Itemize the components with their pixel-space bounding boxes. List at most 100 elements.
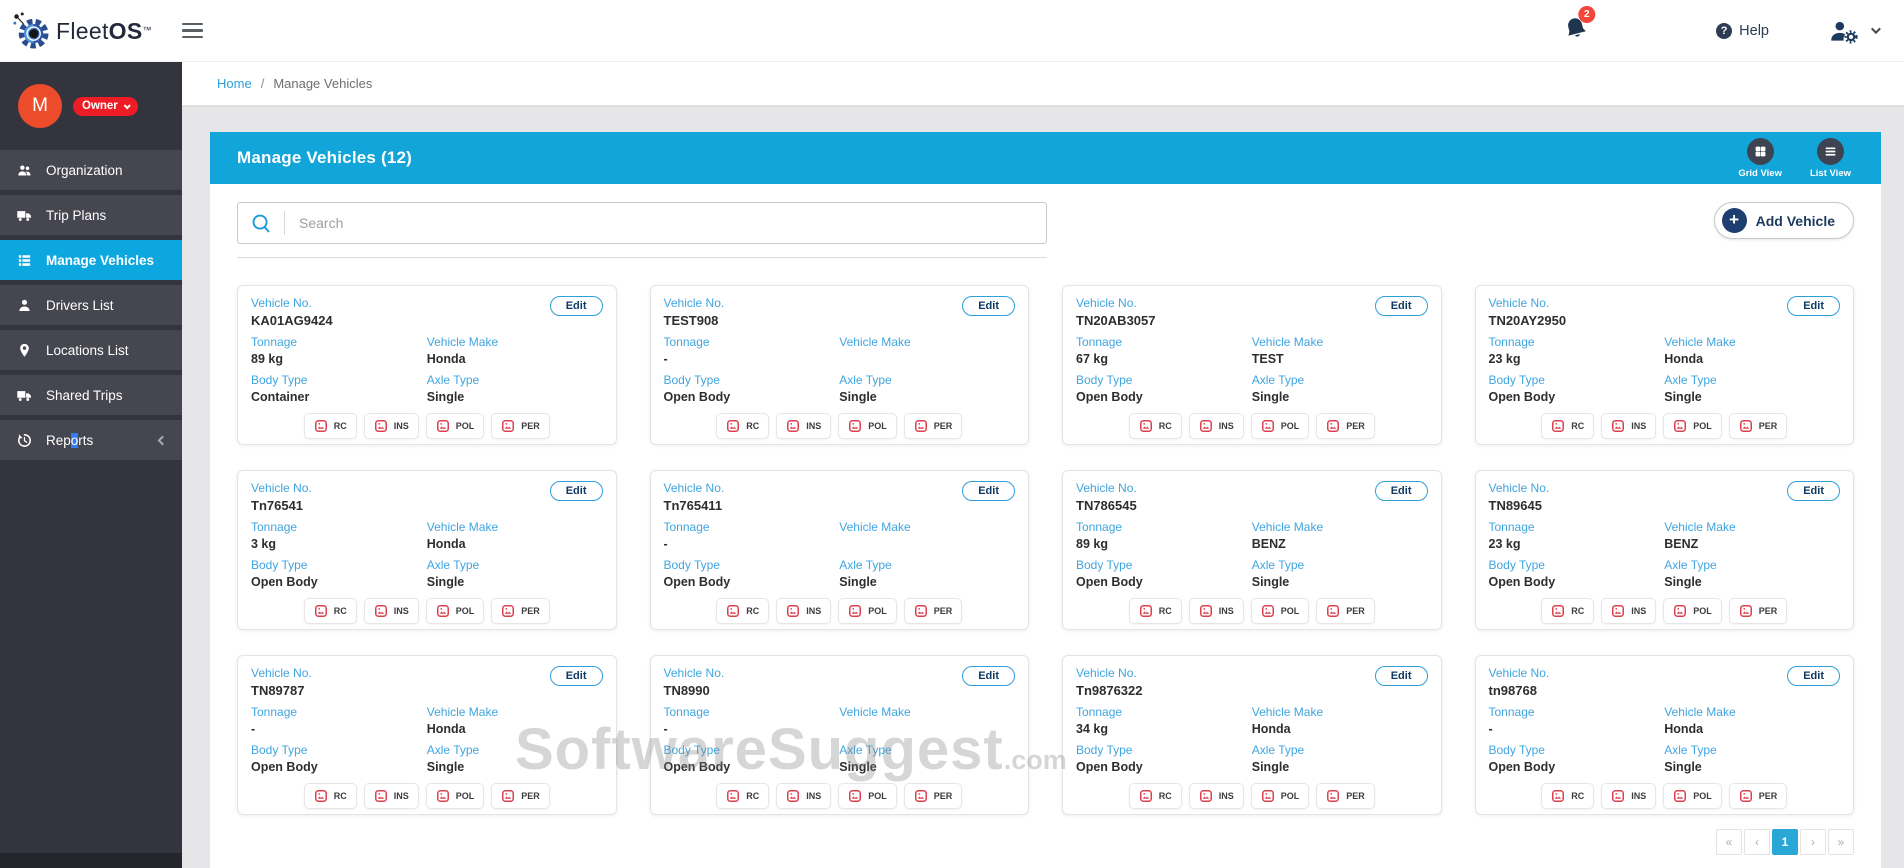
- edit-button[interactable]: Edit: [1374, 666, 1428, 686]
- doc-badge-rc[interactable]: RC: [1541, 783, 1595, 809]
- doc-badge-ins[interactable]: INS: [1601, 783, 1657, 809]
- doc-badge-pol[interactable]: POL: [425, 783, 485, 809]
- doc-badge-rc[interactable]: RC: [1541, 598, 1595, 624]
- doc-badge-pol[interactable]: POL: [1663, 783, 1722, 809]
- doc-badge-rc[interactable]: RC: [1128, 413, 1182, 439]
- doc-badge-per[interactable]: PER: [491, 598, 550, 624]
- doc-badge-pol[interactable]: POL: [425, 413, 485, 439]
- edit-button[interactable]: Edit: [549, 666, 603, 686]
- doc-badge-ins[interactable]: INS: [776, 783, 832, 809]
- doc-badge-ins[interactable]: INS: [363, 783, 419, 809]
- doc-badge-rc[interactable]: RC: [303, 783, 357, 809]
- doc-badge-per[interactable]: PER: [903, 598, 963, 624]
- doc-badge-per[interactable]: PER: [1316, 783, 1375, 809]
- edit-button[interactable]: Edit: [1374, 296, 1428, 316]
- doc-badge-rc[interactable]: RC: [716, 783, 770, 809]
- doc-badge-per[interactable]: PER: [1728, 598, 1788, 624]
- doc-badge-pol[interactable]: POL: [1250, 783, 1310, 809]
- vehicle-no-label: Vehicle No.: [251, 481, 312, 495]
- doc-badge-per[interactable]: PER: [491, 783, 550, 809]
- doc-badge-per[interactable]: PER: [903, 413, 963, 439]
- pagination-prev[interactable]: ‹: [1744, 829, 1770, 855]
- edit-button[interactable]: Edit: [1374, 481, 1428, 501]
- doc-badge-pol[interactable]: POL: [1250, 598, 1310, 624]
- doc-badge-per[interactable]: PER: [1728, 783, 1788, 809]
- doc-badge-ins[interactable]: INS: [1188, 598, 1244, 624]
- edit-button[interactable]: Edit: [1787, 296, 1840, 316]
- doc-badge-pol[interactable]: POL: [1663, 598, 1722, 624]
- avatar[interactable]: M: [18, 84, 62, 128]
- doc-badge-pol[interactable]: POL: [838, 598, 897, 624]
- image-document-icon: [1551, 419, 1565, 433]
- doc-badge-rc[interactable]: RC: [1128, 783, 1182, 809]
- doc-badge-rc[interactable]: RC: [303, 413, 357, 439]
- doc-badge-pol[interactable]: POL: [838, 783, 897, 809]
- image-document-icon: [501, 419, 515, 433]
- edit-button[interactable]: Edit: [962, 296, 1015, 316]
- doc-badge-ins[interactable]: INS: [1188, 783, 1244, 809]
- sidebar-item-locations-list[interactable]: Locations List: [0, 330, 182, 370]
- sidebar-item-shared-trips[interactable]: Shared Trips: [0, 375, 182, 415]
- list-view-toggle[interactable]: List View: [1810, 137, 1851, 179]
- vehicle-make-value: Honda: [426, 352, 466, 366]
- notifications-bell-icon[interactable]: 2: [1560, 5, 1596, 50]
- edit-button[interactable]: Edit: [962, 666, 1015, 686]
- doc-badge-rc[interactable]: RC: [1541, 413, 1595, 439]
- doc-badge-rc[interactable]: RC: [716, 598, 770, 624]
- account-menu[interactable]: [1827, 18, 1881, 44]
- edit-button[interactable]: Edit: [1787, 481, 1840, 501]
- hamburger-menu-icon[interactable]: [178, 19, 207, 43]
- doc-badge-ins[interactable]: INS: [363, 413, 419, 439]
- edit-button[interactable]: Edit: [962, 481, 1015, 501]
- doc-badge-per[interactable]: PER: [1728, 413, 1788, 439]
- role-badge[interactable]: Owner: [73, 97, 138, 116]
- doc-badge-ins[interactable]: INS: [1188, 413, 1244, 439]
- sidebar-item-manage-vehicles[interactable]: Manage Vehicles: [0, 240, 182, 280]
- breadcrumb-home-link[interactable]: Home: [217, 76, 252, 91]
- doc-badge-ins[interactable]: INS: [363, 598, 419, 624]
- image-document-icon: [1739, 789, 1753, 803]
- sidebar-item-drivers-list[interactable]: Drivers List: [0, 285, 182, 325]
- doc-badge-ins[interactable]: INS: [1601, 413, 1657, 439]
- doc-badge-pol[interactable]: POL: [425, 598, 485, 624]
- pagination-last[interactable]: »: [1828, 829, 1854, 855]
- vehicle-no-label: Vehicle No.: [251, 666, 312, 680]
- pagination-next[interactable]: ›: [1800, 829, 1826, 855]
- search-input[interactable]: [285, 215, 1046, 231]
- sidebar-item-trip-plans[interactable]: Trip Plans: [0, 195, 182, 235]
- axle-type-value: Single: [1251, 760, 1290, 774]
- doc-badge-rc[interactable]: RC: [1128, 598, 1182, 624]
- edit-button[interactable]: Edit: [549, 296, 603, 316]
- grid-view-toggle[interactable]: Grid View: [1738, 137, 1782, 179]
- doc-badge-pol[interactable]: POL: [1250, 413, 1310, 439]
- doc-badge-per[interactable]: PER: [1316, 598, 1375, 624]
- sidebar-profile: M Owner: [0, 62, 182, 150]
- doc-badge-rc[interactable]: RC: [303, 598, 357, 624]
- body-type-label: Body Type: [1076, 743, 1133, 757]
- doc-badge-pol[interactable]: POL: [1663, 413, 1722, 439]
- doc-badge-per[interactable]: PER: [903, 783, 963, 809]
- help-button[interactable]: Help: [1716, 22, 1769, 39]
- sidebar-item-label: Shared Trips: [46, 387, 123, 403]
- doc-badge-rc[interactable]: RC: [716, 413, 770, 439]
- pagination-page-1[interactable]: 1: [1772, 829, 1798, 855]
- doc-badge-per[interactable]: PER: [491, 413, 550, 439]
- add-vehicle-button[interactable]: Add Vehicle: [1713, 202, 1854, 239]
- tonnage-value: 34 kg: [1076, 722, 1108, 736]
- doc-badge-ins[interactable]: INS: [776, 598, 832, 624]
- body-type-label: Body Type: [663, 558, 720, 572]
- edit-button[interactable]: Edit: [549, 481, 603, 501]
- doc-badge-per[interactable]: PER: [1316, 413, 1375, 439]
- list-view-icon: [1816, 137, 1844, 165]
- sidebar-item-organization[interactable]: Organization: [0, 150, 182, 190]
- doc-badge-pol[interactable]: POL: [838, 413, 897, 439]
- edit-button[interactable]: Edit: [1787, 666, 1840, 686]
- vehicle-make-value: [839, 352, 1015, 366]
- sidebar-item-reports[interactable]: Reports: [0, 420, 182, 460]
- pagination-first[interactable]: «: [1716, 829, 1742, 855]
- tonnage-value: 3 kg: [251, 537, 277, 551]
- doc-badge-ins[interactable]: INS: [776, 413, 832, 439]
- vehicle-card: Vehicle No. Tn76541 Edit Tonnage 3 kg Bo…: [237, 470, 617, 630]
- manage-vehicles-panel: Manage Vehicles (12) Grid View List View…: [210, 132, 1881, 868]
- doc-badge-ins[interactable]: INS: [1601, 598, 1657, 624]
